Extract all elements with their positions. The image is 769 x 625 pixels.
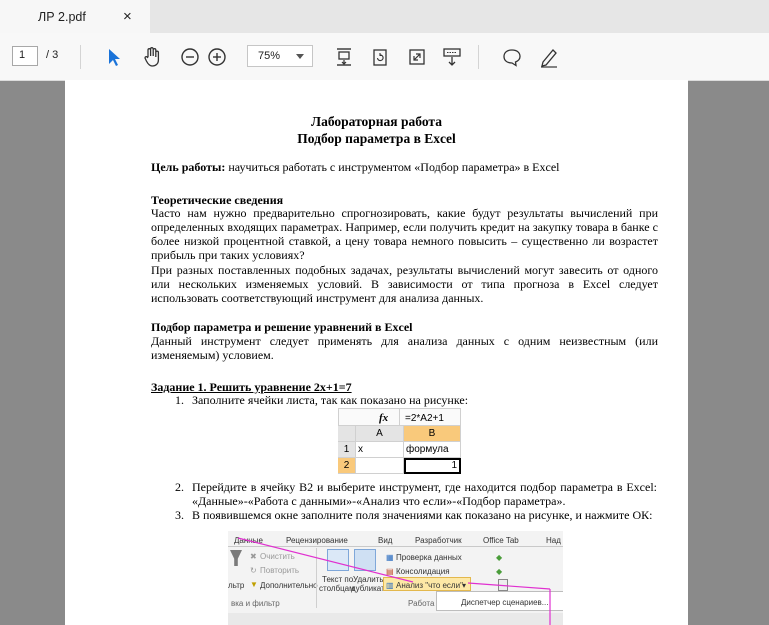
page-number-input[interactable]: 1 [12,46,38,66]
formula-divider [399,409,400,426]
doc-title-line2: Подбор параметра в Excel [297,131,456,146]
draw-icon[interactable] [537,45,561,69]
task-heading: Задание 1. Решить уравнение 2х+1=7 [151,380,352,394]
column-header-b: B [404,426,461,442]
formula-text: =2*A2+1 [405,413,444,424]
toolbar-divider [478,45,479,69]
goal-paragraph: Цель работы: научиться работать с инстру… [151,160,658,174]
theory-paragraph-1: Часто нам нужно предварительно спрогнози… [151,206,658,262]
zoom-out-icon[interactable] [178,45,202,69]
scroll-mode-icon[interactable] [440,45,464,69]
doc-title-line1: Лабораторная работа [311,114,442,129]
section-heading: Подбор параметра и решение уравнений в E… [151,320,413,334]
pdf-toolbar: 1 / 3 75% [0,33,769,81]
list-item-number: 1. [175,393,184,407]
toolbar-divider [80,45,81,69]
corner-cell [338,426,356,442]
tab-bar: ЛР 2.pdf × [0,0,769,33]
list-item-text: В появившемся окне заполните поля значен… [192,508,653,522]
cell-b1: формула [404,442,461,458]
cell-a1: x [356,442,404,458]
section-paragraph: Данный инструмент следует применять для … [151,334,658,362]
goal-text: научиться работать с инструментом «Подбо… [225,160,560,174]
list-item-number: 3. [175,508,184,522]
theory-paragraph-2: При разных поставленных подобных задачах… [151,263,658,305]
list-item-text: Перейдите в ячейку B2 и выберите инструм… [192,480,657,508]
list-item-number: 2. [175,480,184,494]
fullscreen-icon[interactable] [405,45,429,69]
hand-icon[interactable] [140,45,164,69]
row-header-1: 1 [338,442,356,458]
close-tab-icon[interactable]: × [123,8,132,25]
cell-a2 [356,458,404,474]
document-tab[interactable]: ЛР 2.pdf × [0,0,150,33]
row-header-2: 2 [338,458,356,474]
column-header-a: A [356,426,404,442]
zoom-select[interactable]: 75% [247,45,313,67]
excel-sheet-image: fx =2*A2+1 A B 1 x формула 2 1 [338,408,461,474]
comment-icon[interactable] [500,45,524,69]
cell-b2: 1 [404,458,461,474]
zoom-in-icon[interactable] [205,45,229,69]
formula-bar: fx =2*A2+1 [338,408,461,426]
fx-icon: fx [379,412,389,424]
zoom-value: 75% [258,50,281,62]
pdf-page: Лабораторная работа Подбор параметра в E… [65,80,688,625]
page-total: / 3 [46,49,59,61]
excel-ribbon-image: Данные Рецензирование Вид Разработчик Of… [228,531,563,625]
annotation-lines [237,537,551,625]
theory-heading: Теоретические сведения [151,193,284,207]
fit-page-icon[interactable] [332,45,356,69]
goal-label: Цель работы: [151,160,226,174]
list-item-text: Заполните ячейки листа, так как показано… [192,393,469,407]
rotate-icon[interactable] [368,45,392,69]
chevron-down-icon [296,54,304,59]
tab-title: ЛР 2.pdf [38,10,86,24]
select-arrow-icon[interactable] [102,45,126,69]
